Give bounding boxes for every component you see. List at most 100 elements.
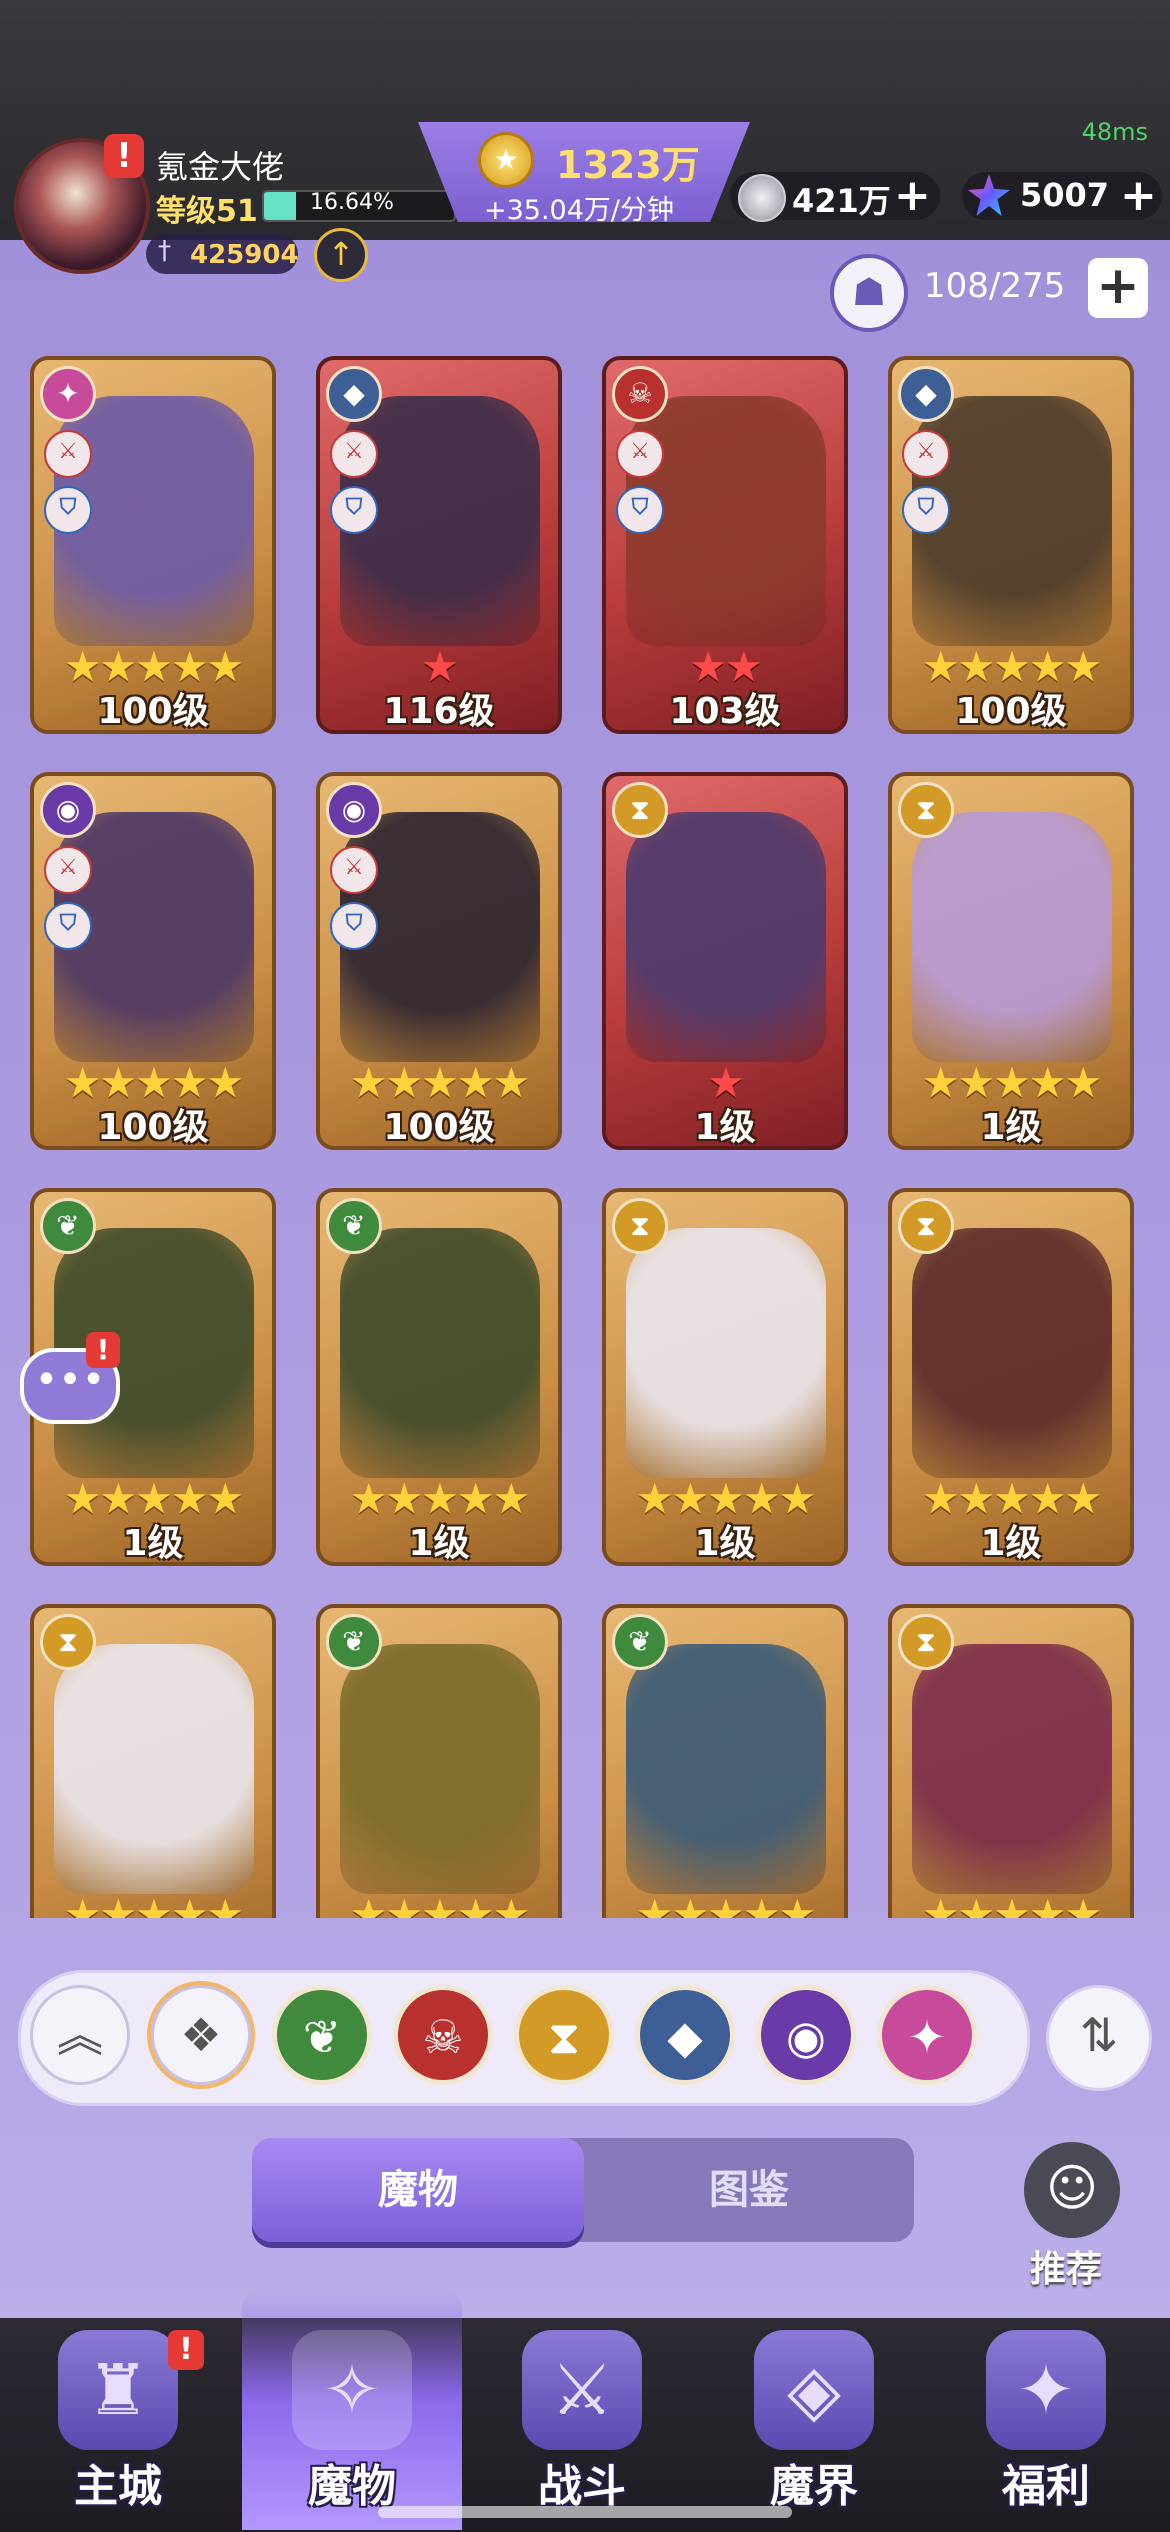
castle-icon: ♜: [58, 2330, 178, 2450]
all-factions-icon[interactable]: ❖: [151, 1985, 251, 2085]
monster-card[interactable]: ❦ ★★★★★: [602, 1604, 848, 1918]
demon-icon[interactable]: ☠: [393, 1985, 493, 2085]
monster-portrait: [626, 812, 826, 1062]
monster-portrait: [912, 1228, 1112, 1478]
monster-level: 100级: [383, 1107, 495, 1148]
star-rating: ★★★★★: [921, 1890, 1102, 1918]
upgrade-button[interactable]: ↑: [314, 228, 368, 282]
tab-codex[interactable]: 图鉴: [584, 2138, 914, 2242]
sort-button[interactable]: ⇅: [1046, 1985, 1152, 2091]
leaf-icon: ❦: [612, 1614, 668, 1670]
chaos-icon[interactable]: ✦: [877, 1985, 977, 2085]
xp-percent: 16.64%: [310, 190, 394, 215]
monster-portrait: [54, 1644, 254, 1894]
nav-item[interactable]: ◈ 魔界: [714, 2290, 914, 2530]
eye-icon[interactable]: ◉: [756, 1985, 856, 2085]
monster-capacity: 108/275: [924, 266, 1066, 306]
monster-card[interactable]: ⧗ ★★★★★: [888, 1604, 1134, 1918]
nav-label: 主城: [74, 2461, 162, 2512]
hourglass-icon: ⧗: [40, 1614, 96, 1670]
ping-indicator: 48ms: [1081, 118, 1148, 146]
monster-card[interactable]: ◆ ⚔ ⛉ ★★★★★ 100级: [888, 356, 1134, 734]
demon-icon: ☠: [612, 366, 668, 422]
crystal-amount: 5007: [1020, 176, 1110, 214]
expand-capacity-button[interactable]: +: [1088, 258, 1148, 318]
leaf-icon: ❦: [326, 1614, 382, 1670]
monster-card[interactable]: ⧗ ★★★★★ 1级: [888, 772, 1134, 1150]
monster-card[interactable]: ❦ ★★★★★: [316, 1604, 562, 1918]
tab-monsters[interactable]: 魔物: [252, 2138, 584, 2242]
chaos-icon: ✦: [40, 366, 96, 422]
monster-card[interactable]: ✦ ⚔ ⛉ ★★★★★ 100级: [30, 356, 276, 734]
add-silver-button[interactable]: +: [894, 174, 931, 218]
monster-level: 116级: [383, 691, 495, 732]
monster-level: 1级: [980, 1523, 1042, 1564]
shield-icon: ⛉: [616, 486, 664, 534]
monster-card[interactable]: ❦ ★★★★★ 1级: [316, 1188, 562, 1566]
monster-card[interactable]: ◆ ⚔ ⛉ ★ 116级: [316, 356, 562, 734]
nav-item[interactable]: ♜ 主城!: [18, 2290, 218, 2530]
monster-card[interactable]: ◉ ⚔ ⛉ ★★★★★ 100级: [30, 772, 276, 1150]
hourglass-icon: ⧗: [612, 782, 668, 838]
nav-label: 魔物: [308, 2461, 396, 2512]
monster-level: 1级: [122, 1523, 184, 1564]
nav-label: 战斗: [538, 2461, 626, 2512]
monster-portrait: [912, 812, 1112, 1062]
nav-alert-icon: !: [168, 2330, 204, 2370]
attack-icon: ⚔: [44, 430, 92, 478]
leaf-icon[interactable]: ❦: [272, 1985, 372, 2085]
monster-portrait: [912, 1644, 1112, 1894]
add-crystal-button[interactable]: +: [1120, 174, 1157, 218]
hourglass-icon: ⧗: [898, 1198, 954, 1254]
nav-item[interactable]: ✦ 福利: [946, 2290, 1146, 2530]
monster-card[interactable]: ⧗ ★ 1级: [602, 772, 848, 1150]
monster-card[interactable]: ⧗ ★★★★★ 1级: [602, 1188, 848, 1566]
player-name: 氪金大佬: [156, 148, 285, 186]
monster-level: 100级: [97, 691, 209, 732]
monster-level: 1级: [694, 1523, 756, 1564]
nav-item[interactable]: ⚔ 战斗: [482, 2290, 682, 2530]
shield-icon: ⛉: [330, 902, 378, 950]
monster-portrait: [626, 1228, 826, 1478]
shield-icon: ⛉: [44, 486, 92, 534]
leaf-icon: ❦: [326, 1198, 382, 1254]
xp-bar-fill: [264, 192, 296, 220]
hourglass-icon: ⧗: [898, 782, 954, 838]
home-indicator: [378, 2506, 792, 2518]
attack-icon: ⚔: [616, 430, 664, 478]
recommend-icon[interactable]: ☺: [1024, 2142, 1120, 2238]
monster-level: 1级: [694, 1107, 756, 1148]
power-value: 425904: [190, 240, 299, 270]
monster-level: 100级: [955, 691, 1067, 732]
player-level: 等级51: [156, 194, 258, 229]
monster-card[interactable]: ⧗ ★★★★★: [30, 1604, 276, 1918]
monster-level: 103级: [669, 691, 781, 732]
shield-icon: ⛉: [44, 902, 92, 950]
coin-icon: ★: [478, 132, 534, 188]
nav-item[interactable]: ✧ 魔物: [242, 2290, 462, 2530]
shield-icon: ⛉: [902, 486, 950, 534]
gift-icon: ✦: [986, 2330, 1106, 2450]
star-rating: ★★★★★: [635, 1890, 816, 1918]
monster-portrait: [340, 1228, 540, 1478]
monster-card[interactable]: ⧗ ★★★★★ 1级: [888, 1188, 1134, 1566]
monster-card[interactable]: ◉ ⚔ ⛉ ★★★★★ 100级: [316, 772, 562, 1150]
monster-icon: ✧: [292, 2330, 412, 2450]
chat-alert-icon: !: [86, 1332, 120, 1368]
collapse-icon[interactable]: ︽: [30, 1985, 130, 2085]
dragon-icon: ◆: [326, 366, 382, 422]
leaf-icon: ❦: [40, 1198, 96, 1254]
dragon-icon[interactable]: ◆: [635, 1985, 735, 2085]
monster-portrait: [626, 1644, 826, 1894]
monster-card[interactable]: ☠ ⚔ ⛉ ★★ 103级: [602, 356, 848, 734]
monster-level: 100级: [97, 1107, 209, 1148]
monster-grid[interactable]: ✦ ⚔ ⛉ ★★★★★ 100级 ◆ ⚔ ⛉ ★ 116级 ☠ ⚔ ⛉ ★★ 103级 ◆ ⚔ ⛉ ★★★★★ 100…: [30, 356, 1142, 1918]
recommend-label[interactable]: 推荐: [1030, 2240, 1102, 2292]
hourglass-icon[interactable]: ⧗: [514, 1985, 614, 2085]
star-rating: ★★★★★: [63, 1890, 244, 1918]
monster-capacity-icon: ☗: [830, 254, 908, 332]
eye-icon: ◉: [40, 782, 96, 838]
hourglass-icon: ⧗: [898, 1614, 954, 1670]
realm-icon: ◈: [754, 2330, 874, 2450]
hourglass-icon: ⧗: [612, 1198, 668, 1254]
